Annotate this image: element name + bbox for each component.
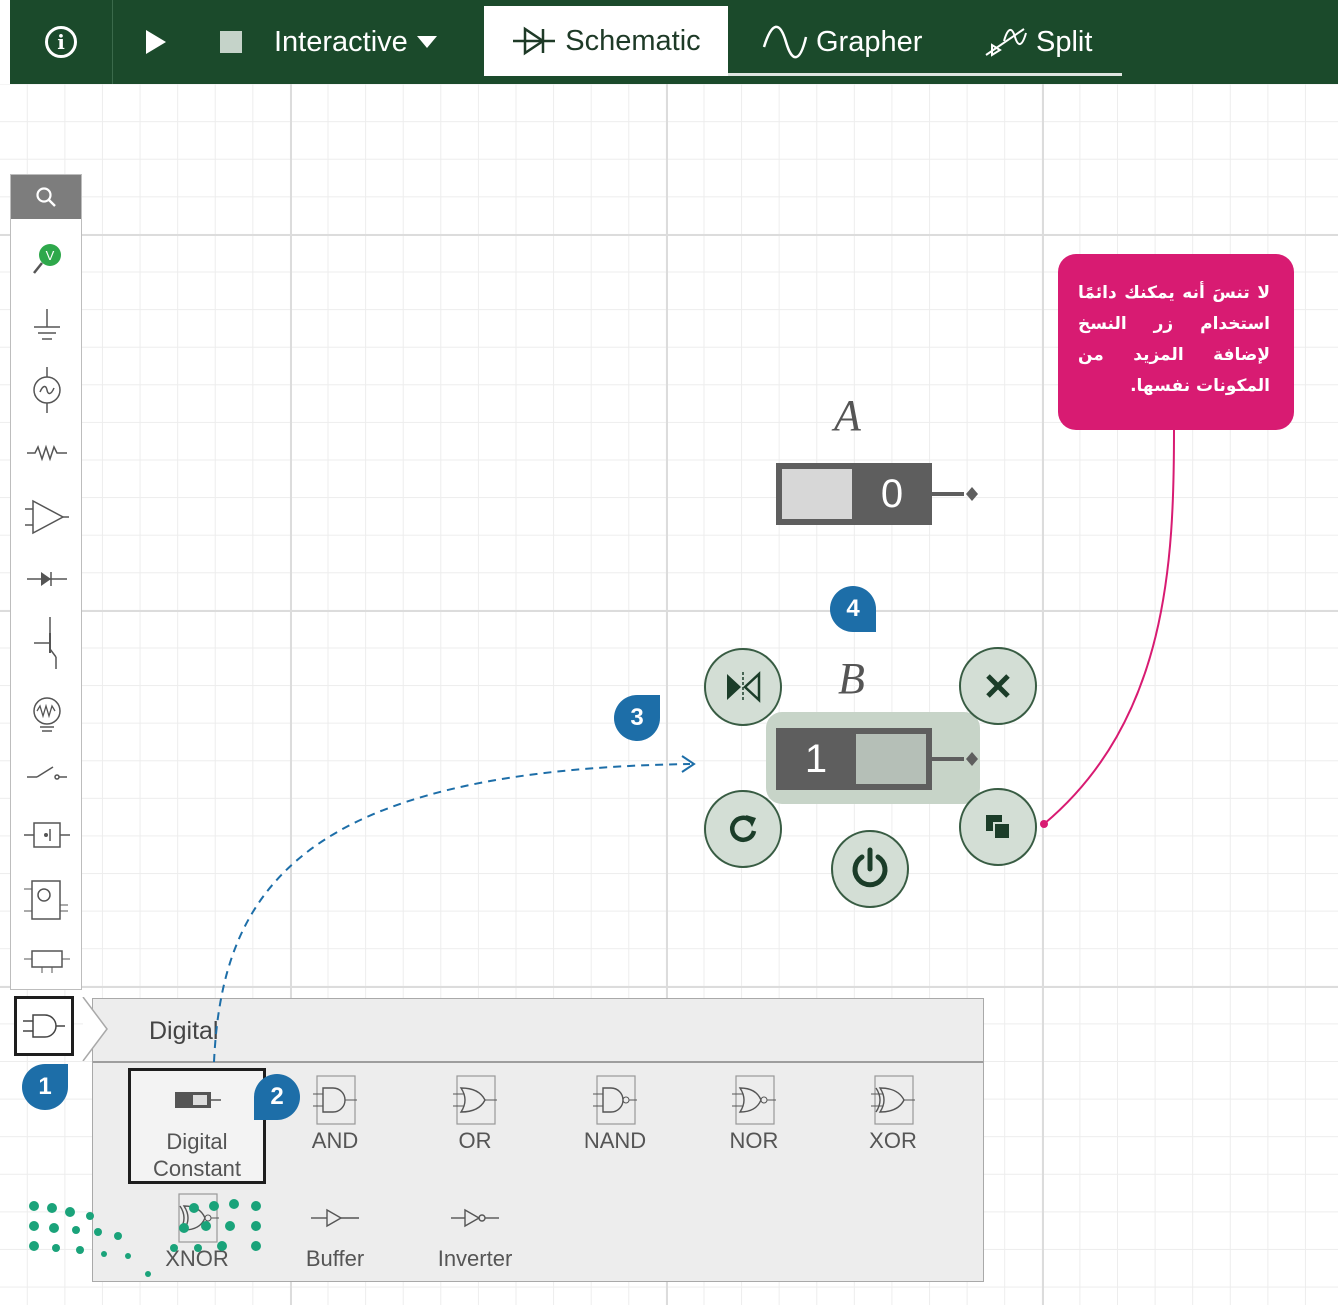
- badge-number: 4: [846, 595, 860, 622]
- badge-number: 1: [38, 1073, 52, 1100]
- step-badge-4: 4: [830, 586, 876, 632]
- step-badge-1: 1: [22, 1064, 68, 1110]
- step-badge-3: 3: [614, 695, 660, 741]
- badge-number: 2: [270, 1083, 284, 1110]
- badge-number: 3: [630, 704, 644, 731]
- annotation-arrows: [213, 429, 1175, 1063]
- step-badge-2: 2: [254, 1074, 300, 1120]
- ministry-logo: [29, 1199, 261, 1277]
